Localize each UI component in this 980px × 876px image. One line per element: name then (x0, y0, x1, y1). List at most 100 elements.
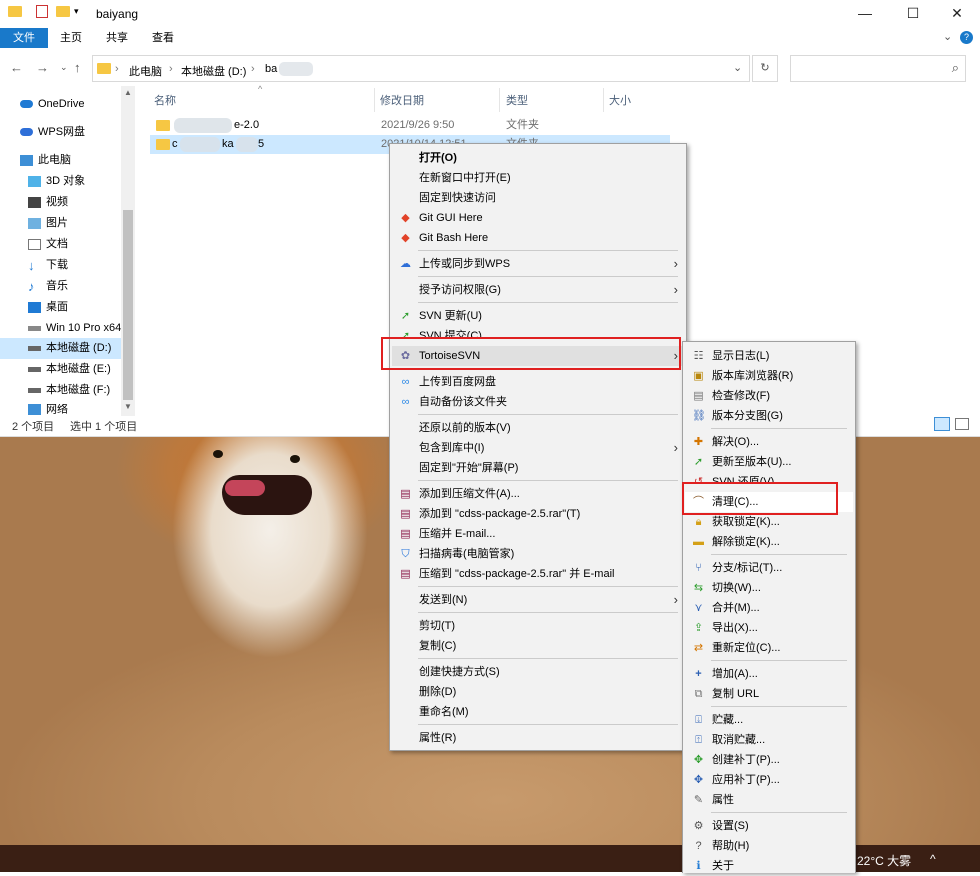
new-folder-icon[interactable] (56, 6, 70, 20)
refresh-button[interactable]: ↻ (752, 55, 778, 82)
menu-item-virus-scan[interactable]: ⛉ 扫描病毒(电脑管家) (392, 544, 684, 564)
details-view-icon[interactable] (934, 417, 950, 431)
sidebar-item-label: 桌面 (46, 301, 68, 313)
sidebar-item-drive-c[interactable]: Win 10 Pro x64 (28, 318, 121, 339)
menu-item-git-gui[interactable]: ◆ Git GUI Here (392, 208, 684, 228)
sidebar-item-label: 文档 (46, 238, 68, 250)
scrollbar-thumb[interactable] (123, 210, 133, 400)
menu-item-baidu-backup[interactable]: ∞ 自动备份该文件夹 (392, 392, 684, 412)
svn-item-repo-browser[interactable]: ▣ 版本库浏览器(R) (685, 366, 853, 386)
sidebar-item-drive-d[interactable]: 本地磁盘 (D:) (0, 338, 121, 359)
svn-item-about[interactable]: ℹ 关于 (685, 856, 853, 876)
column-divider[interactable] (499, 88, 500, 112)
svn-item-add[interactable]: + 增加(A)... (685, 664, 853, 684)
close-button[interactable]: ✕ (934, 0, 980, 28)
weather-text[interactable]: 22°C 大雾 (857, 852, 911, 869)
recent-locations-button[interactable]: ⌄ (60, 62, 68, 73)
menu-item-pin-quick-access[interactable]: 固定到快速访问 (392, 188, 684, 208)
sidebar-scrollbar[interactable]: ▲ ▼ (121, 86, 135, 416)
column-header-size[interactable]: 大小 (609, 92, 631, 108)
column-divider[interactable] (603, 88, 604, 112)
minimize-button[interactable]: — (842, 0, 888, 28)
svn-item-relocate[interactable]: ⇄ 重新定位(C)... (685, 638, 853, 658)
svn-item-switch[interactable]: ⇆ 切换(W)... (685, 578, 853, 598)
svn-item-resolve[interactable]: ✚ 解决(O)... (685, 432, 853, 452)
address-dropdown-icon[interactable]: ⌄ (733, 61, 742, 74)
menu-item-svn-update[interactable]: ➚ SVN 更新(U) (392, 306, 684, 326)
menu-item-compress-rar-email[interactable]: ▤ 压缩到 "cdss-package-2.5.rar" 并 E-mail (392, 564, 684, 584)
svn-item-merge[interactable]: ⋎ 合并(M)... (685, 598, 853, 618)
menu-item-pin-start[interactable]: 固定到"开始"屏幕(P) (392, 458, 684, 478)
large-icons-view-icon[interactable] (955, 418, 969, 430)
svn-item-check-modify[interactable]: ▤ 检查修改(F) (685, 386, 853, 406)
maximize-button[interactable]: ☐ (890, 0, 936, 28)
tab-file[interactable]: 文件 (0, 28, 48, 48)
forward-button[interactable]: → (36, 60, 49, 75)
menu-item-wps-upload[interactable]: ☁ 上传或同步到WPS › (392, 254, 684, 274)
svn-item-create-patch[interactable]: ✥ 创建补丁(P)... (685, 750, 853, 770)
svn-item-branch-tag[interactable]: ⑂ 分支/标记(T)... (685, 558, 853, 578)
sidebar-item-label: 下载 (46, 259, 68, 271)
ribbon-collapse-icon[interactable]: ⌄ (943, 30, 952, 43)
svn-item-export[interactable]: ⇪ 导出(X)... (685, 618, 853, 638)
sidebar-item-label: 音乐 (46, 280, 68, 292)
svn-item-copy-url[interactable]: ⧉ 复制 URL (685, 684, 853, 704)
menu-item-copy[interactable]: 复制(C) (392, 636, 684, 656)
svn-item-get-lock[interactable]: 🔒︎ 获取锁定(K)... (685, 512, 853, 532)
svn-item-help[interactable]: ? 帮助(H) (685, 836, 853, 856)
svn-item-properties[interactable]: ✎ 属性 (685, 790, 853, 810)
scroll-up-icon[interactable]: ▲ (124, 88, 132, 97)
column-header-date[interactable]: 修改日期 (380, 92, 424, 108)
properties-check-icon[interactable] (36, 5, 48, 18)
menu-item-send-to[interactable]: 发送到(N) › (392, 590, 684, 610)
help-icon[interactable]: ? (960, 31, 973, 44)
tab-share[interactable]: 共享 (96, 28, 138, 48)
breadcrumb-separator[interactable]: › (251, 63, 255, 75)
svn-item-show-log[interactable]: ☷ 显示日志(L) (685, 346, 853, 366)
highlight-box-cleanup (682, 482, 838, 515)
search-input[interactable]: ⌕ (790, 55, 966, 82)
menu-item-baidu-upload[interactable]: ∞ 上传到百度网盘 (392, 372, 684, 392)
address-bar[interactable]: › 此电脑 › 本地磁盘 (D:) › ba ⌄ (92, 55, 750, 82)
breadcrumb-drive-d[interactable]: 本地磁盘 (D:) (181, 63, 246, 79)
menu-item-delete[interactable]: 删除(D) (392, 682, 684, 702)
breadcrumb-current-folder[interactable]: ba (265, 63, 277, 75)
menu-item-label: 打开(O) (419, 152, 457, 164)
breadcrumb-separator[interactable]: › (169, 63, 173, 75)
menu-item-add-rar[interactable]: ▤ 添加到 "cdss-package-2.5.rar"(T) (392, 504, 684, 524)
menu-item-label: 帮助(H) (712, 840, 750, 852)
sidebar-item-label: 图片 (46, 217, 68, 229)
svn-item-update-to-revision[interactable]: ➚ 更新至版本(U)... (685, 452, 853, 472)
column-header-type[interactable]: 类型 (506, 92, 528, 108)
svn-item-settings[interactable]: ⚙ 设置(S) (685, 816, 853, 836)
menu-item-compress-email[interactable]: ▤ 压缩并 E-mail... (392, 524, 684, 544)
svn-item-unshelve[interactable]: ⍐ 取消贮藏... (685, 730, 853, 750)
breadcrumb-separator[interactable]: › (115, 63, 119, 75)
menu-item-restore-versions[interactable]: 还原以前的版本(V) (392, 418, 684, 438)
svn-item-release-lock[interactable]: ▬ 解除锁定(K)... (685, 532, 853, 552)
menu-item-cut[interactable]: 剪切(T) (392, 616, 684, 636)
svn-item-shelve[interactable]: ⍗ 贮藏... (685, 710, 853, 730)
menu-item-include-library[interactable]: 包含到库中(I) › (392, 438, 684, 458)
menu-item-grant-access[interactable]: 授予访问权限(G) › (392, 280, 684, 300)
scroll-down-icon[interactable]: ▼ (124, 402, 132, 411)
menu-item-create-shortcut[interactable]: 创建快捷方式(S) (392, 662, 684, 682)
menu-item-add-archive[interactable]: ▤ 添加到压缩文件(A)... (392, 484, 684, 504)
column-header-name[interactable]: 名称 (154, 92, 176, 108)
menu-item-git-bash[interactable]: ◆ Git Bash Here (392, 228, 684, 248)
back-button[interactable]: ← (10, 60, 23, 75)
up-button[interactable]: ↑ (74, 60, 81, 75)
breadcrumb-this-pc[interactable]: 此电脑 (129, 63, 162, 79)
tab-home[interactable]: 主页 (50, 28, 92, 48)
customize-toolbar-icon[interactable]: ▾ (74, 6, 88, 20)
tray-chevron-icon[interactable]: ^ (930, 852, 936, 866)
table-row[interactable]: e-2.0 2021/9/26 9:50 文件夹 (150, 116, 670, 135)
menu-item-properties[interactable]: 属性(R) (392, 728, 684, 748)
column-divider[interactable] (374, 88, 375, 112)
menu-item-rename[interactable]: 重命名(M) (392, 702, 684, 722)
svn-item-apply-patch[interactable]: ✥ 应用补丁(P)... (685, 770, 853, 790)
menu-item-open[interactable]: 打开(O) (392, 148, 684, 168)
tab-view[interactable]: 查看 (142, 28, 184, 48)
menu-item-open-new-window[interactable]: 在新窗口中打开(E) (392, 168, 684, 188)
svn-item-revision-graph[interactable]: ⛓ 版本分支图(G) (685, 406, 853, 426)
